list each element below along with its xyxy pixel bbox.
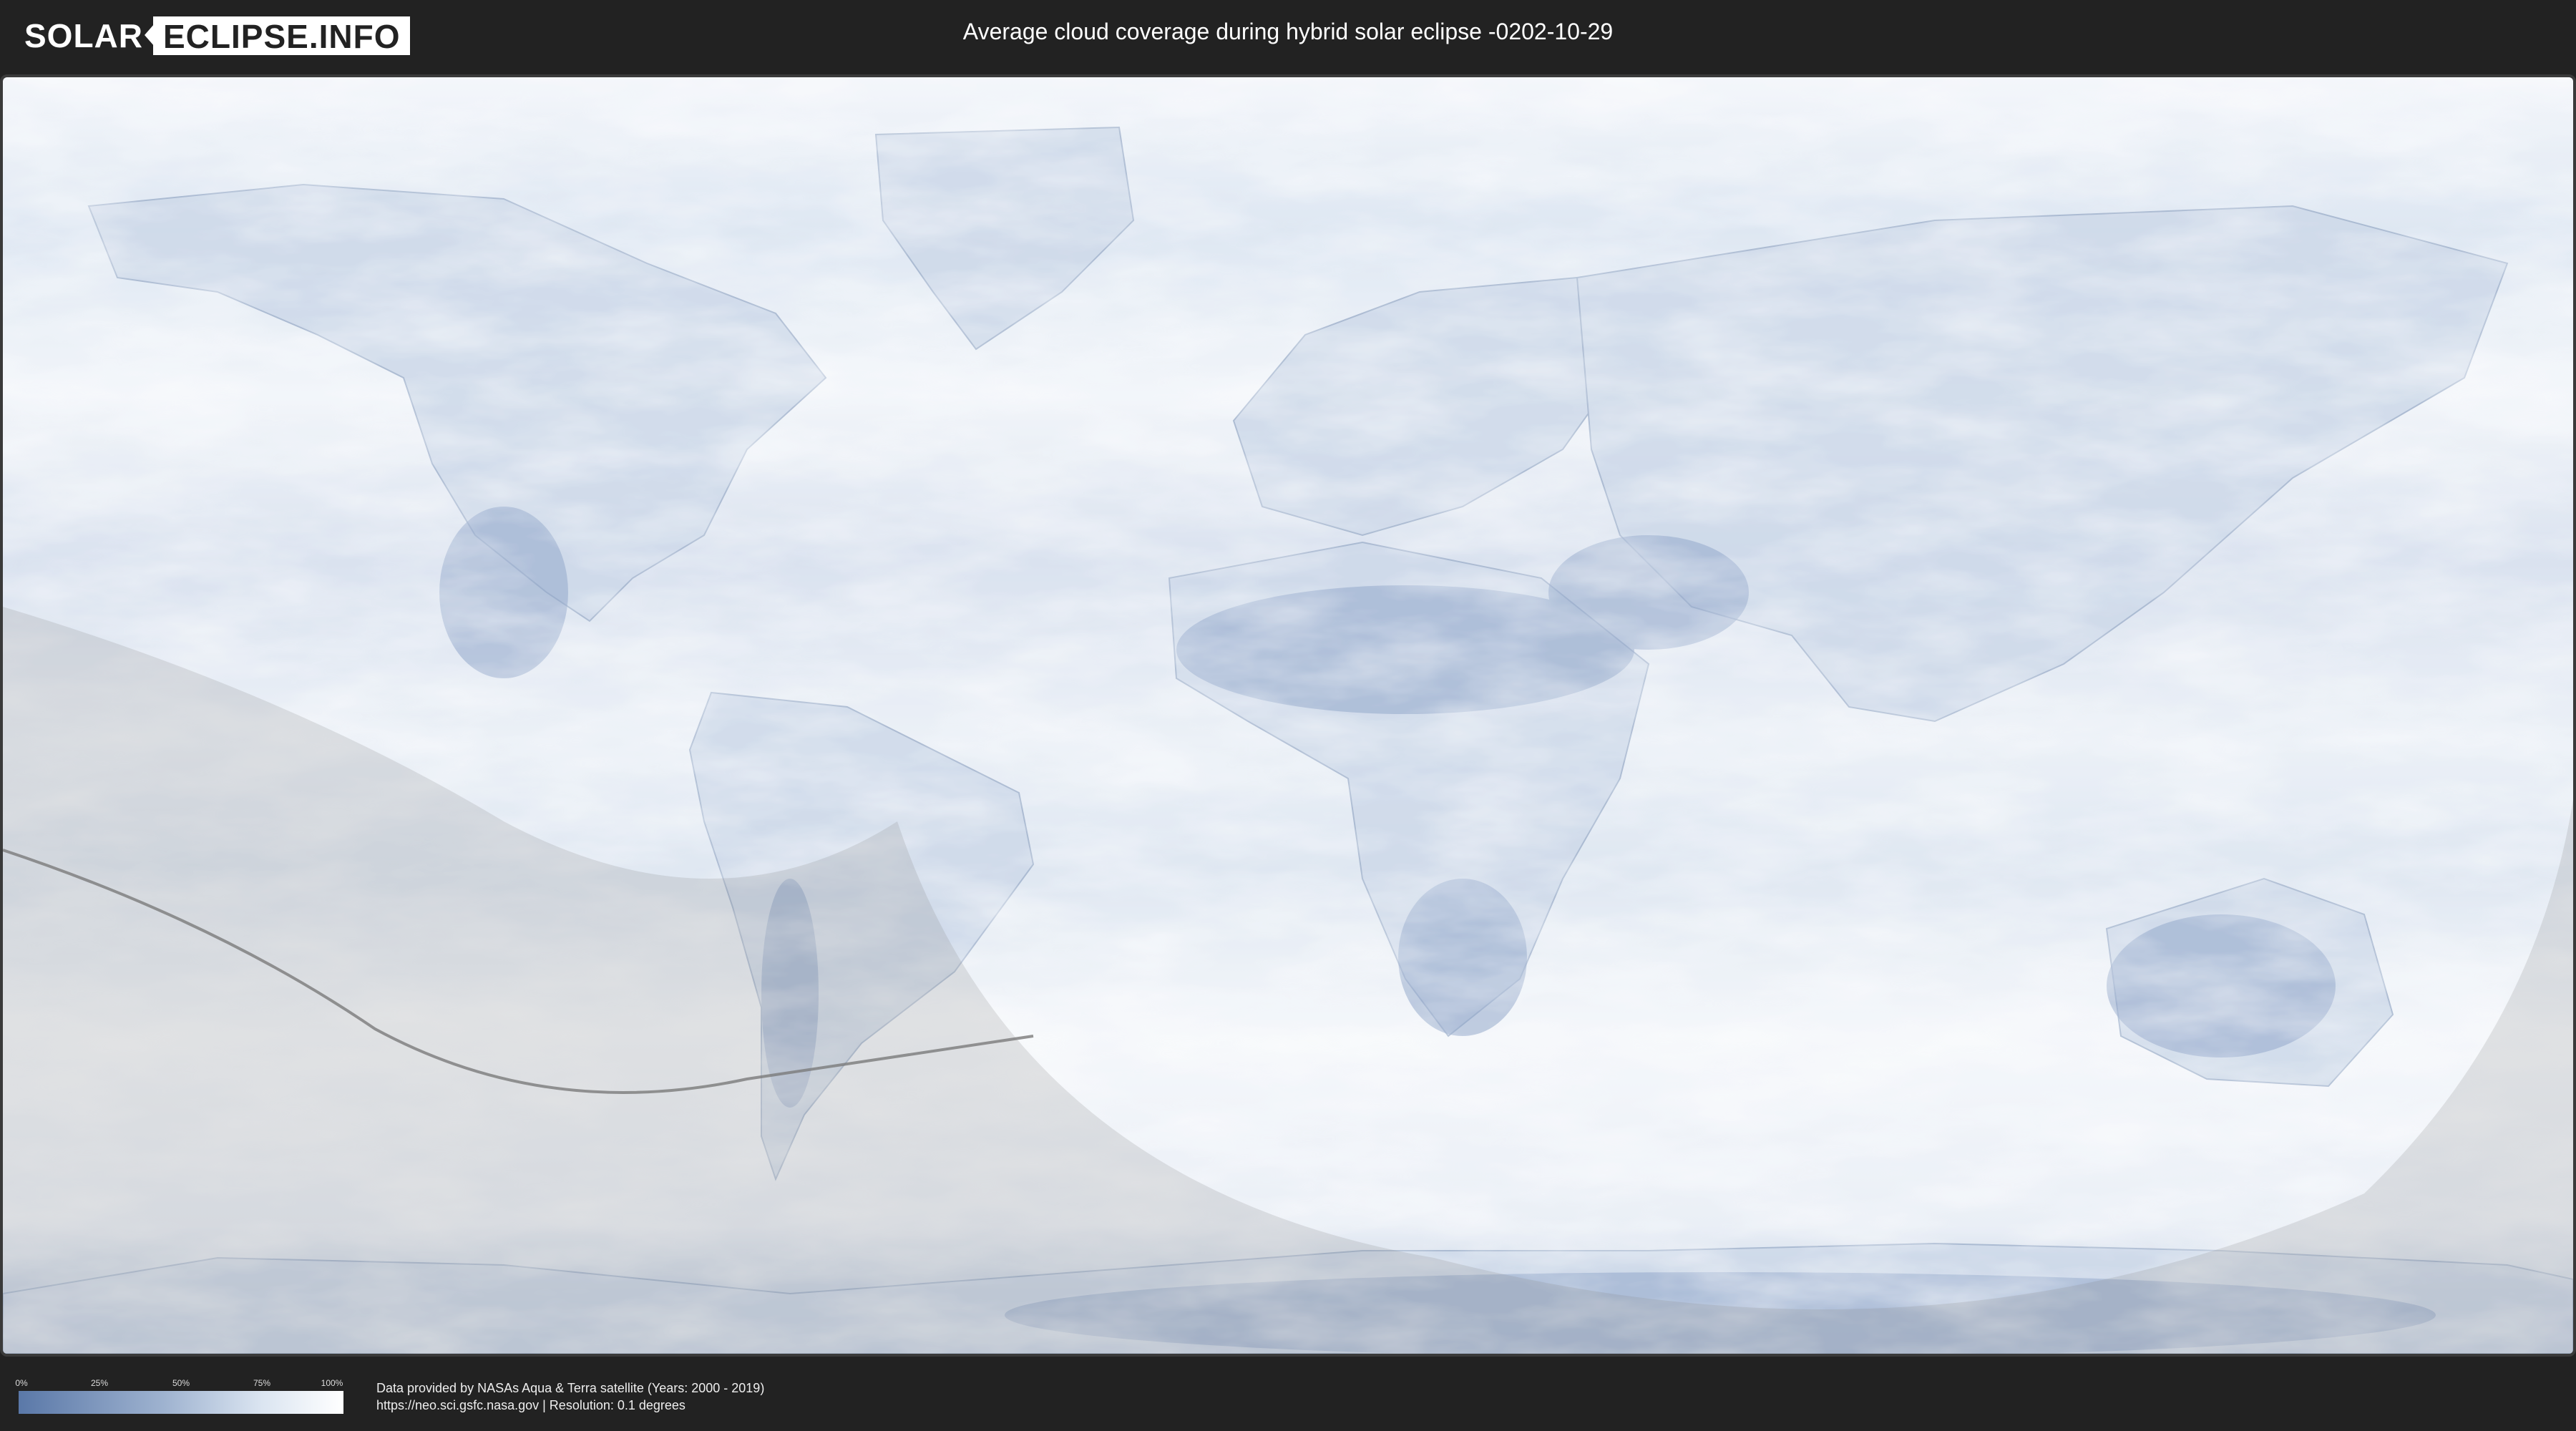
- data-source-url-text: https://neo.sci.gsfc.nasa.gov | Resoluti…: [376, 1398, 686, 1412]
- header-bar: SOLAR ECLIPSE.INFO Average cloud coverag…: [0, 0, 2576, 72]
- world-map-svg: [3, 77, 2573, 1354]
- page-title: Average cloud coverage during hybrid sol…: [962, 19, 1614, 44]
- legend-tick-0: 0%: [15, 1378, 28, 1388]
- footer-bar: 0% 25% 50% 75% 100% Data provided by NAS…: [0, 1359, 2576, 1431]
- legend-tick-25: 25%: [90, 1378, 109, 1388]
- legend-tick-100: 100%: [321, 1378, 343, 1388]
- legend-tick-50: 50%: [172, 1378, 190, 1388]
- cloud-coverage-legend-bar: [19, 1391, 343, 1414]
- data-source-text: Data provided by NASAs Aqua & Terra sate…: [376, 1381, 765, 1395]
- cloud-coverage-map[interactable]: [0, 74, 2576, 1357]
- legend-tick-75: 75%: [253, 1378, 271, 1388]
